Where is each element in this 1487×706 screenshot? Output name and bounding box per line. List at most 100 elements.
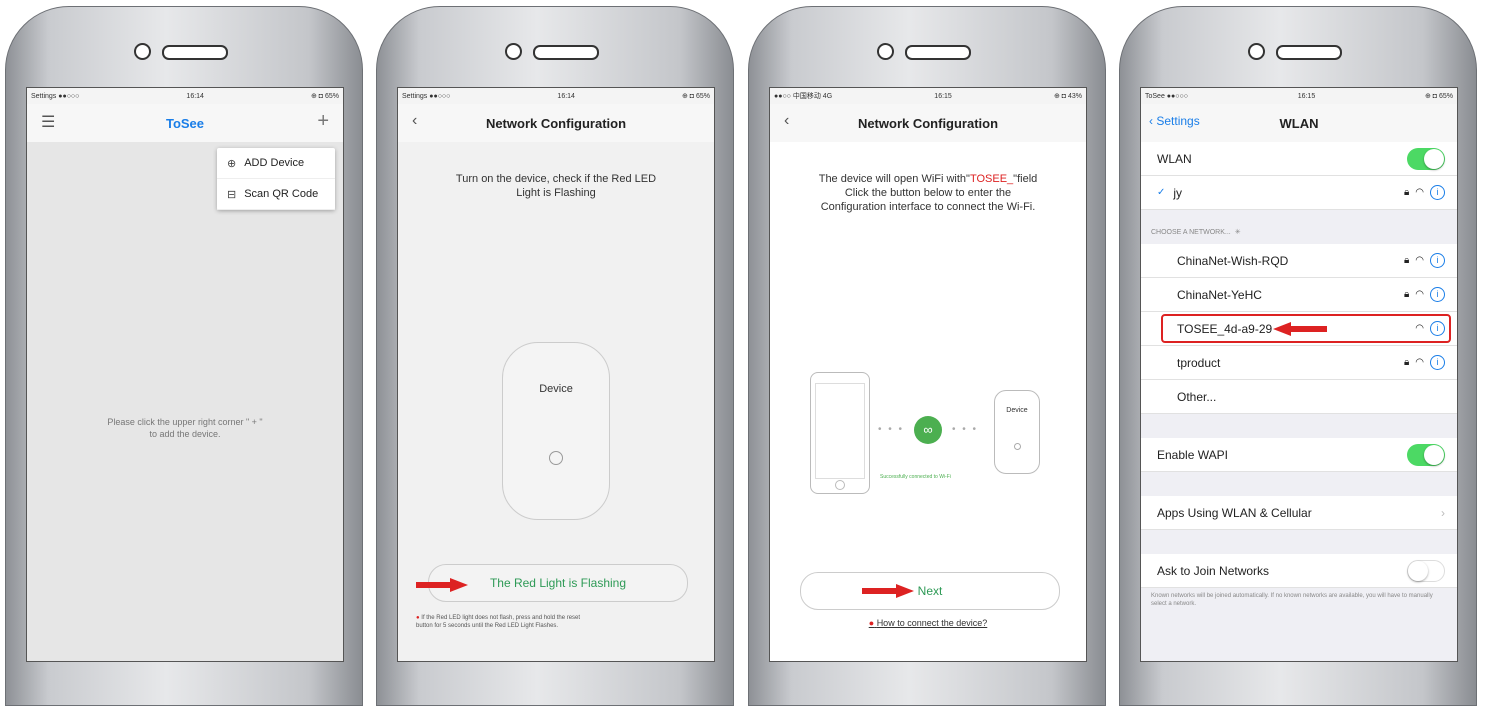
note-line2: button for 5 seconds until the Red LED L… [416, 623, 559, 629]
app-title: ToSee [165, 115, 205, 131]
speaker-icon [1276, 45, 1342, 60]
status-right: ⊕ ◘ 65% [310, 93, 339, 100]
ask-to-join-footnote: Known networks will be joined automatica… [1151, 593, 1433, 607]
info-icon[interactable]: i [1430, 287, 1445, 302]
lock-icon: 🔒︎ [1403, 289, 1410, 300]
settings-back-button[interactable]: ‹ Settings [1149, 114, 1200, 128]
info-icon[interactable]: i [1430, 355, 1445, 370]
next-button[interactable]: Next [800, 572, 1060, 610]
network-name: tproduct [1177, 355, 1221, 370]
info-icon[interactable]: i [1430, 185, 1445, 200]
device-list-area: Please click the upper right corner " + … [27, 142, 343, 661]
status-bar: Settings ●●○○○ 16:14 ⊕ ◘ 65% [27, 88, 343, 104]
screen-2: Settings ●●○○○ 16:14 ⊕ ◘ 65% ‹ Network C… [397, 87, 715, 662]
chevron-right-icon: › [1441, 505, 1445, 520]
info-icon[interactable]: i [1430, 253, 1445, 268]
camera-icon [877, 43, 894, 60]
how-to-connect-link[interactable]: ● How to connect the device? [770, 618, 1086, 628]
tosee-prefix-highlight: TOSEE_ [969, 173, 1014, 185]
button-label: Next [917, 584, 943, 598]
red-arrow-icon [862, 584, 914, 598]
network-row[interactable]: ChinaNet-YeHC 🔒︎ ◠ i [1141, 278, 1457, 312]
ask-to-join-toggle[interactable] [1407, 559, 1445, 582]
add-menu: ⊕ ADD Device ⊟ Scan QR Code [217, 148, 335, 210]
note-line1: If the Red LED light does not flash, pre… [421, 615, 581, 621]
status-bar: Settings ●●○○○ 16:14 ⊕ ◘ 65% [398, 88, 714, 104]
content-area: Turn on the device, check if the Red LED… [398, 142, 714, 661]
screen-1: Settings ●●○○○ 16:14 ⊕ ◘ 65% ☰ ToSee + P… [26, 87, 344, 662]
empty-hint-line2: to add the device. [149, 429, 221, 439]
device-illustration: Device [502, 342, 610, 520]
menu-item-label: ADD Device [244, 157, 305, 169]
phone-frame-3: ●●○○ 中国移动 4G 16:15 ⊕ ◘ 43% ‹ Network Con… [748, 6, 1106, 706]
led-indicator-icon [549, 451, 563, 465]
device-label: Device [1006, 407, 1028, 414]
apps-using-wlan-row[interactable]: Apps Using WLAN & Cellular › [1141, 496, 1457, 530]
choose-network-label: CHOOSE A NETWORK... [1151, 229, 1231, 236]
status-time: 16:15 [934, 92, 952, 100]
wlan-toggle[interactable] [1407, 147, 1445, 170]
status-right: ⊕ ◘ 65% [1425, 93, 1453, 100]
add-plus-icon[interactable]: + [317, 110, 329, 133]
wifi-icon: ◠ [1415, 255, 1424, 266]
phone-frame-4: ToSee ●●○○○ 16:15 ⊕ ◘ 65% ‹ Settings WLA… [1119, 6, 1477, 706]
status-time: 16:15 [1297, 92, 1316, 100]
loading-spinner-icon: ✳ [1234, 229, 1241, 236]
connection-dots-left: • • • [878, 424, 905, 435]
empty-hint-line1: Please click the upper right corner " + … [107, 417, 263, 427]
instruction-line3: Configuration interface to connect the W… [820, 201, 1036, 213]
network-row-tosee[interactable]: TOSEE_4d-a9-29 ◠ i [1141, 312, 1457, 346]
wifi-icon: ◠ [1415, 187, 1424, 198]
hamburger-menu-icon[interactable]: ☰ [41, 112, 55, 132]
red-arrow-icon [416, 578, 468, 592]
instruction-text: The device will open WiFi with"TOSEE_"fi… [770, 142, 1086, 214]
other-network-row[interactable]: Other... [1141, 380, 1457, 414]
network-icons: 🔒︎ ◠ i [1404, 287, 1445, 302]
device-illustration: Device [994, 390, 1040, 474]
nav-bar: ☰ ToSee + [27, 104, 343, 143]
network-name: ChinaNet-YeHC [1177, 287, 1262, 302]
toggle-knob [1408, 560, 1428, 581]
menu-item-add-device[interactable]: ⊕ ADD Device [217, 148, 335, 179]
nav-bar: ‹ Settings WLAN [1141, 104, 1457, 143]
status-left: Settings ●●○○○ [31, 92, 80, 100]
instruction-prefix: The device will open WiFi with" [818, 173, 970, 185]
status-time: 16:14 [186, 92, 204, 100]
lock-icon: 🔒︎ [1403, 255, 1410, 266]
wlan-label: WLAN [1157, 151, 1192, 166]
nav-bar: ‹ Network Configuration [398, 104, 714, 143]
red-arrow-icon [1273, 322, 1327, 336]
phone-frame-1: Settings ●●○○○ 16:14 ⊕ ◘ 65% ☰ ToSee + P… [5, 6, 363, 706]
network-icons: 🔒︎ ◠ i [1404, 253, 1445, 268]
camera-icon [505, 43, 522, 60]
help-dot-icon: ● [868, 618, 875, 628]
network-row[interactable]: tproduct 🔒︎ ◠ i [1141, 346, 1457, 380]
menu-item-scan-qr[interactable]: ⊟ Scan QR Code [217, 179, 335, 210]
enable-wapi-toggle[interactable] [1407, 443, 1445, 466]
status-left: ●●○○ 中国移动 4G [774, 93, 833, 100]
instruction-line1: The device will open WiFi with"TOSEE_"fi… [790, 172, 1066, 186]
enable-wapi-row: Enable WAPI [1141, 438, 1457, 472]
wlan-toggle-row: WLAN [1141, 142, 1457, 176]
back-chevron-icon[interactable]: ‹ [784, 112, 789, 130]
network-icons: 🔒︎ ◠ i [1404, 355, 1445, 370]
network-icons: 🔒︎ ◠ i [1404, 185, 1445, 200]
status-right: ⊕ ◘ 65% [681, 93, 710, 100]
page-title: WLAN [1279, 115, 1319, 131]
page-title: Network Configuration [485, 115, 627, 131]
lock-icon: 🔒︎ [1403, 187, 1410, 198]
connected-network-row[interactable]: ✓ jy 🔒︎ ◠ i [1141, 176, 1457, 210]
empty-hint: Please click the upper right corner " + … [27, 416, 343, 440]
warning-dot-icon: ● [416, 615, 420, 621]
back-chevron-icon[interactable]: ‹ [412, 112, 417, 130]
phone-illustration [810, 372, 870, 494]
wifi-icon: ◠ [1415, 289, 1424, 300]
speaker-icon [905, 45, 971, 60]
network-row[interactable]: ChinaNet-Wish-RQD 🔒︎ ◠ i [1141, 244, 1457, 278]
back-label: Settings [1156, 114, 1200, 128]
speaker-icon [533, 45, 599, 60]
success-text: Successfully connected to Wi-Fi [880, 474, 951, 480]
instruction-text: Turn on the device, check if the Red LED… [398, 142, 714, 200]
